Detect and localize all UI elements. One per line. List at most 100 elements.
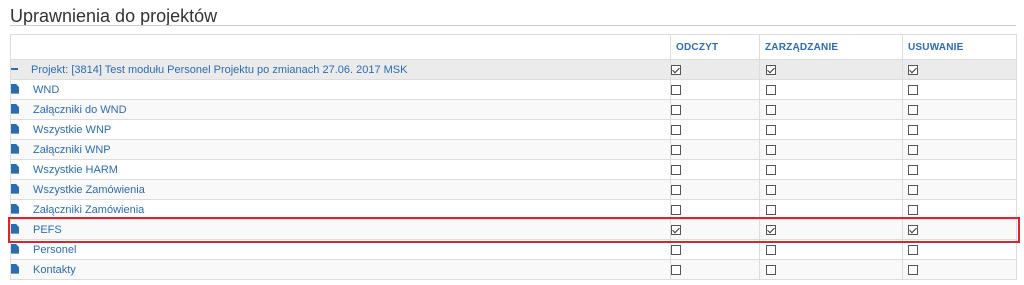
item-name-link[interactable]: Załączniki Zamówienia [33, 204, 144, 216]
item-read-checkbox[interactable] [671, 224, 681, 235]
document-icon [11, 123, 19, 134]
item-delete-checkbox[interactable] [908, 204, 918, 215]
item-manage-checkbox[interactable] [766, 204, 776, 215]
item-name-link[interactable]: PEFS [33, 224, 62, 236]
item-delete-checkbox[interactable] [908, 264, 918, 275]
item-manage-checkbox[interactable] [766, 164, 776, 175]
item-read-checkbox[interactable] [671, 204, 681, 215]
title-divider [10, 25, 1016, 26]
item-read-cell [670, 139, 760, 160]
item-read-checkbox[interactable] [671, 144, 681, 155]
item-delete-checkbox[interactable] [908, 124, 918, 135]
item-read-checkbox[interactable] [671, 104, 681, 115]
item-manage-cell [759, 159, 903, 180]
item-delete-checkbox[interactable] [908, 224, 918, 235]
header-read: ODCZYT [670, 34, 760, 60]
table-row: PEFS [10, 219, 1017, 240]
item-delete-cell [902, 259, 1017, 280]
item-delete-cell [902, 239, 1017, 260]
item-name-link[interactable]: Wszystkie WNP [33, 124, 111, 136]
item-name-link[interactable]: Kontakty [33, 264, 76, 276]
item-read-checkbox[interactable] [671, 244, 681, 255]
item-manage-cell [759, 139, 903, 160]
item-name-cell: Personel [10, 239, 671, 260]
document-icon [11, 143, 19, 154]
item-manage-checkbox[interactable] [766, 144, 776, 155]
table-row: Personel [10, 239, 1017, 260]
project-read-cell [670, 59, 760, 80]
item-manage-checkbox[interactable] [766, 264, 776, 275]
item-delete-cell [902, 219, 1017, 240]
document-icon [11, 243, 19, 254]
item-read-cell [670, 199, 760, 220]
item-name-link[interactable]: WND [33, 84, 59, 96]
table-row: WND [10, 79, 1017, 100]
item-delete-cell [902, 79, 1017, 100]
item-name-cell: Załączniki do WND [10, 99, 671, 120]
item-manage-cell [759, 239, 903, 260]
item-manage-cell [759, 219, 903, 240]
item-manage-cell [759, 99, 903, 120]
collapse-icon[interactable] [11, 67, 18, 70]
item-name-link[interactable]: Personel [33, 244, 76, 256]
item-delete-checkbox[interactable] [908, 84, 918, 95]
item-manage-checkbox[interactable] [766, 244, 776, 255]
item-read-checkbox[interactable] [671, 164, 681, 175]
item-delete-checkbox[interactable] [908, 104, 918, 115]
item-read-cell [670, 239, 760, 260]
project-read-checkbox[interactable] [671, 64, 681, 75]
document-icon [11, 163, 19, 174]
item-delete-cell [902, 159, 1017, 180]
item-name-cell: Załączniki Zamówienia [10, 199, 671, 220]
item-name-link[interactable]: Załączniki WNP [33, 144, 111, 156]
item-delete-checkbox[interactable] [908, 244, 918, 255]
item-read-checkbox[interactable] [671, 184, 681, 195]
item-name-link[interactable]: Wszystkie Zamówienia [33, 184, 145, 196]
item-name-cell: PEFS [10, 219, 671, 240]
item-manage-checkbox[interactable] [766, 124, 776, 135]
item-name-cell: Wszystkie HARM [10, 159, 671, 180]
table-row: Załączniki WNP [10, 139, 1017, 160]
item-manage-checkbox[interactable] [766, 104, 776, 115]
item-manage-cell [759, 199, 903, 220]
item-delete-checkbox[interactable] [908, 164, 918, 175]
item-read-cell [670, 99, 760, 120]
table-row: Załączniki do WND [10, 99, 1017, 120]
project-name[interactable]: Projekt: [3814] Test modułu Personel Pro… [31, 64, 407, 76]
item-read-cell [670, 219, 760, 240]
item-manage-cell [759, 119, 903, 140]
project-manage-checkbox[interactable] [766, 64, 776, 75]
item-name-cell: WND [10, 79, 671, 100]
page-title: Uprawnienia do projektów [10, 6, 218, 26]
item-name-cell: Załączniki WNP [10, 139, 671, 160]
table-row: Wszystkie WNP [10, 119, 1017, 140]
item-manage-checkbox[interactable] [766, 84, 776, 95]
table-row: Załączniki Zamówienia [10, 199, 1017, 220]
item-manage-cell [759, 79, 903, 100]
item-delete-checkbox[interactable] [908, 184, 918, 195]
item-delete-cell [902, 139, 1017, 160]
item-read-checkbox[interactable] [671, 84, 681, 95]
project-delete-checkbox[interactable] [908, 64, 918, 75]
item-delete-cell [902, 119, 1017, 140]
item-name-cell: Kontakty [10, 259, 671, 280]
header-delete: USUWANIE [902, 34, 1017, 60]
document-icon [11, 183, 19, 194]
item-read-cell [670, 179, 760, 200]
item-name-link[interactable]: Załączniki do WND [33, 104, 127, 116]
item-read-checkbox[interactable] [671, 124, 681, 135]
item-manage-checkbox[interactable] [766, 184, 776, 195]
item-read-cell [670, 79, 760, 100]
item-delete-checkbox[interactable] [908, 144, 918, 155]
item-read-cell [670, 119, 760, 140]
item-name-cell: Wszystkie Zamówienia [10, 179, 671, 200]
item-read-checkbox[interactable] [671, 264, 681, 275]
document-icon [11, 203, 19, 214]
table-row: Wszystkie HARM [10, 159, 1017, 180]
item-manage-checkbox[interactable] [766, 224, 776, 235]
item-name-link[interactable]: Wszystkie HARM [33, 164, 118, 176]
project-delete-cell [902, 59, 1017, 80]
item-manage-cell [759, 179, 903, 200]
table-header-row: ODCZYT ZARZĄDZANIE USUWANIE [10, 34, 1017, 60]
document-icon [11, 223, 19, 234]
